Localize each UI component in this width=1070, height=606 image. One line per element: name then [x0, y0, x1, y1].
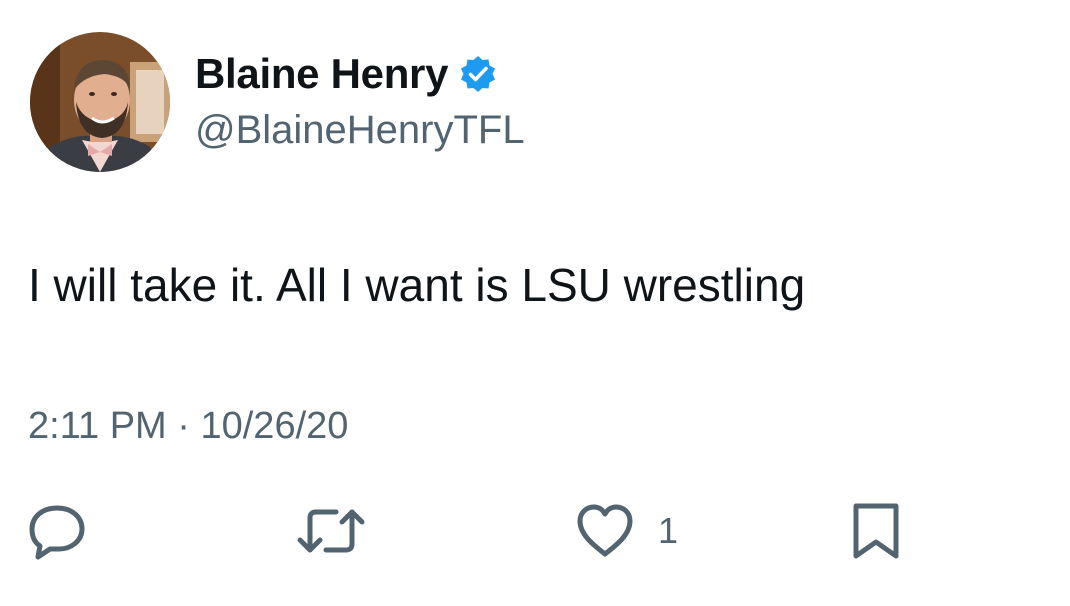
- tweet-date[interactable]: 10/26/20: [200, 405, 348, 447]
- author-name-row: Blaine Henry: [195, 48, 498, 100]
- avatar-photo: [30, 32, 170, 172]
- reply-button[interactable]: [26, 500, 88, 562]
- speech-bubble-icon: [26, 500, 88, 562]
- author-avatar[interactable]: [30, 32, 170, 172]
- verified-badge-icon: [458, 54, 498, 94]
- bookmark-button[interactable]: [848, 500, 904, 562]
- author-display-name[interactable]: Blaine Henry: [195, 50, 448, 98]
- tweet-time[interactable]: 2:11 PM: [28, 405, 167, 447]
- bookmark-icon: [848, 500, 904, 562]
- like-count: 1: [658, 510, 679, 551]
- tweet-timestamp: 2:11 PM · 10/26/20: [28, 405, 348, 448]
- heart-icon: [574, 500, 636, 562]
- retweet-arrows-icon: [296, 500, 366, 562]
- retweet-button[interactable]: [296, 500, 366, 562]
- tweet-text: I will take it. All I want is LSU wrestl…: [28, 259, 806, 311]
- author-handle[interactable]: @BlaineHenryTFL: [195, 108, 525, 153]
- like-button[interactable]: 1: [574, 500, 678, 562]
- meta-separator: ·: [177, 405, 190, 447]
- tweet-card: Blaine Henry @BlaineHenryTFL I will take…: [0, 0, 1070, 606]
